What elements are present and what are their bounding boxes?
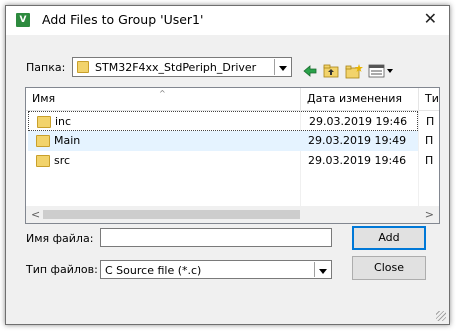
column-header-date[interactable]: Дата изменения — [301, 88, 419, 110]
look-in-label: Папка: — [26, 61, 66, 74]
file-name: Main — [54, 134, 81, 147]
filetype-label: Тип файлов: — [26, 263, 98, 276]
scrollbar-thumb[interactable] — [43, 210, 300, 219]
file-type: П — [426, 115, 435, 128]
chevron-down-icon[interactable] — [274, 59, 290, 75]
back-icon[interactable] — [302, 63, 318, 79]
list-header: Имя ^ Дата изменения Ти — [26, 88, 439, 111]
chevron-down-icon[interactable] — [314, 262, 330, 277]
column-divider — [418, 110, 419, 206]
scroll-right-icon[interactable]: > — [425, 208, 434, 221]
new-folder-icon[interactable] — [345, 63, 363, 79]
folder-icon — [37, 116, 51, 128]
add-button[interactable]: Add — [352, 226, 426, 250]
dialog-title: Add Files to Group 'User1' — [42, 12, 204, 27]
file-date: 29.03.2019 19:46 — [309, 115, 408, 128]
file-type: П — [425, 154, 434, 167]
filename-field[interactable] — [100, 228, 332, 247]
file-type: П — [425, 134, 434, 147]
look-in-value: STM32F4xx_StdPeriph_Driver — [95, 61, 257, 74]
file-name: src — [54, 154, 71, 167]
file-date: 29.03.2019 19:46 — [308, 154, 407, 167]
resize-grip-icon[interactable] — [436, 311, 446, 321]
close-button[interactable]: Close — [352, 256, 426, 280]
file-name: inc — [55, 115, 72, 128]
add-files-dialog: V Add Files to Group 'User1' ✕ Папка: ST… — [5, 5, 450, 325]
filename-label: Имя файла: — [26, 232, 94, 245]
scroll-left-icon[interactable]: < — [31, 208, 40, 221]
file-list[interactable]: Имя ^ Дата изменения Ти inc 29.03.2019 1… — [25, 87, 440, 224]
sort-up-icon: ^ — [159, 89, 166, 98]
view-menu-icon[interactable] — [368, 63, 394, 79]
title-bar: V Add Files to Group 'User1' ✕ — [6, 6, 449, 35]
folder-icon — [36, 155, 50, 167]
folder-icon — [36, 135, 50, 147]
column-header-type[interactable]: Ти — [419, 88, 439, 110]
horizontal-scrollbar[interactable]: < > — [26, 206, 439, 223]
list-item[interactable]: Main 29.03.2019 19:49 П — [28, 131, 433, 151]
up-folder-icon[interactable] — [323, 63, 339, 79]
folder-icon — [77, 61, 89, 73]
app-logo-icon: V — [16, 13, 30, 27]
filetype-value: C Source file (*.c) — [105, 264, 202, 277]
list-item[interactable]: src 29.03.2019 19:46 П — [28, 151, 433, 171]
list-item[interactable]: inc 29.03.2019 19:46 П — [28, 111, 434, 131]
filetype-dropdown[interactable]: C Source file (*.c) — [100, 260, 332, 279]
close-window-icon[interactable]: ✕ — [424, 9, 437, 28]
look-in-dropdown[interactable]: STM32F4xx_StdPeriph_Driver — [72, 57, 292, 77]
file-date: 29.03.2019 19:49 — [308, 134, 407, 147]
